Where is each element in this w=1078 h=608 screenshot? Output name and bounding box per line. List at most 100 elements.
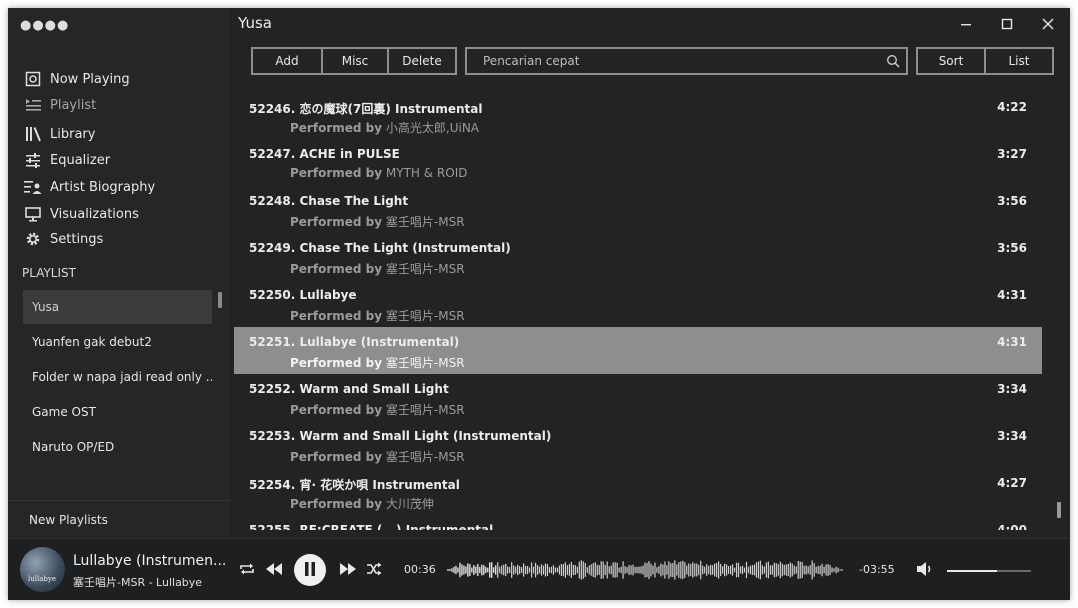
track-artist: Performed by 塞壬唱片-MSR	[290, 354, 465, 371]
cover-text: lullabye	[28, 575, 56, 583]
track-duration: 4:00	[997, 523, 1027, 530]
track-duration: 4:27	[997, 476, 1027, 490]
pause-icon	[304, 561, 316, 580]
nav-equalizer[interactable]: Equalizer	[24, 149, 110, 171]
previous-icon[interactable]	[263, 559, 285, 579]
playlist-heading: PLAYLIST	[22, 266, 76, 280]
repeat-icon[interactable]	[237, 559, 257, 579]
pause-button[interactable]	[294, 554, 326, 586]
new-playlists-button[interactable]: New Playlists	[8, 500, 230, 538]
volume-slider[interactable]	[947, 570, 1031, 572]
playlist-item[interactable]: Folder w napa jadi read only ...	[23, 360, 212, 394]
nav-playlist[interactable]: Playlist	[24, 94, 96, 116]
next-icon[interactable]	[337, 559, 359, 579]
nav-visualizations-label: Visualizations	[50, 206, 139, 222]
track-duration: 3:56	[997, 241, 1027, 255]
app-window: ●●●● Now Playing Playlist Library Equali…	[8, 8, 1070, 600]
artist-name: 塞壬唱片-MSR	[385, 309, 465, 323]
track-duration: 3:34	[997, 429, 1027, 443]
nav-settings-label: Settings	[50, 231, 104, 247]
track-artist: Performed by 大川茂伸	[290, 495, 434, 512]
search-icon[interactable]	[886, 54, 900, 71]
search-input[interactable]: Pencarian cepat	[465, 47, 908, 75]
track-title: 52247. ACHE in PULSE	[249, 147, 400, 161]
nav-now-playing[interactable]: Now Playing	[24, 68, 130, 90]
track-title: 52253. Warm and Small Light (Instrumenta…	[249, 429, 552, 443]
track-title: 52246. 恋の魔球(7回裏) Instrumental	[249, 102, 483, 116]
track-duration: 3:56	[997, 194, 1027, 208]
maximize-icon[interactable]	[995, 14, 1019, 34]
volume-icon[interactable]	[913, 559, 937, 579]
track-row[interactable]: 52247. ACHE in PULSE Performed by MYTH & …	[234, 139, 1042, 186]
track-artist: Performed by 塞壬唱片-MSR	[290, 401, 465, 418]
add-button[interactable]: Add	[251, 47, 323, 75]
track-duration: 4:31	[997, 288, 1027, 302]
artist-name: MYTH & ROID	[385, 166, 468, 180]
playlist-icon	[24, 97, 42, 113]
performed-by-label: Performed by	[290, 262, 383, 276]
minimize-icon[interactable]	[954, 14, 978, 34]
track-artist: Performed by 塞壬唱片-MSR	[290, 307, 465, 324]
track-row[interactable]: 52246. 恋の魔球(7回裏) Instrumental Performed b…	[234, 92, 1042, 139]
misc-button[interactable]: Misc	[321, 47, 389, 75]
track-row[interactable]: 52250. Lullabye Performed by 塞壬唱片-MSR 4:31	[234, 280, 1042, 327]
artist-name: 大川茂伸	[385, 497, 434, 511]
artist-name: 塞壬唱片-MSR	[385, 403, 465, 417]
playlist-item[interactable]: Yusa	[23, 290, 212, 324]
album-cover[interactable]: lullabye	[20, 547, 65, 592]
artist-name: 塞壬唱片-MSR	[385, 356, 465, 370]
playlist-scrollbar[interactable]	[218, 292, 222, 308]
settings-icon	[24, 231, 42, 247]
track-duration: 4:22	[997, 100, 1027, 114]
track-title: 52248. Chase The Light	[249, 194, 409, 208]
track-row[interactable]: 52254. 宵· 花咲か唄 Instrumental Performed by …	[234, 468, 1042, 515]
elapsed-time: 00:36	[404, 563, 436, 576]
delete-button[interactable]: Delete	[387, 47, 457, 75]
artist-biography-icon	[24, 179, 42, 195]
track-artist: Performed by 塞壬唱片-MSR	[290, 448, 465, 465]
playlist-item[interactable]: Naruto OP/ED	[23, 430, 212, 464]
tracklist-scrollbar[interactable]	[1057, 502, 1061, 518]
artist-name: 小高光太郎,UiNA	[385, 121, 480, 135]
track-row[interactable]: 52249. Chase The Light (Instrumental) Per…	[234, 233, 1042, 280]
track-duration: 3:34	[997, 382, 1027, 396]
equalizer-icon	[24, 152, 42, 168]
performed-by-label: Performed by	[290, 403, 383, 417]
nav-now-playing-label: Now Playing	[50, 71, 130, 87]
artist-name: 塞壬唱片-MSR	[385, 215, 465, 229]
sort-button[interactable]: Sort	[916, 47, 986, 75]
track-row[interactable]: 52248. Chase The Light Performed by 塞壬唱片-…	[234, 186, 1042, 233]
nav-artist-biography[interactable]: Artist Biography	[24, 176, 155, 198]
sidebar: ●●●● Now Playing Playlist Library Equali…	[8, 8, 230, 538]
track-artist: Performed by 塞壬唱片-MSR	[290, 260, 465, 277]
track-duration: 3:27	[997, 147, 1027, 161]
track-row[interactable]: 52252. Warm and Small Light Performed by …	[234, 374, 1042, 421]
nav-settings[interactable]: Settings	[24, 228, 103, 250]
shuffle-icon[interactable]	[364, 559, 384, 579]
now-playing-title[interactable]: Lullabye (Instrumen...	[73, 553, 231, 569]
track-row[interactable]: 52253. Warm and Small Light (Instrumenta…	[234, 421, 1042, 468]
close-icon[interactable]	[1036, 14, 1060, 34]
track-title: 52252. Warm and Small Light	[249, 382, 449, 396]
track-row[interactable]: 52251. Lullabye (Instrumental) Performed …	[234, 327, 1042, 374]
playlist-item[interactable]: Game OST	[23, 395, 212, 429]
track-artist: Performed by MYTH & ROID	[290, 166, 467, 180]
visualizations-icon	[24, 206, 42, 222]
nav-equalizer-label: Equalizer	[50, 152, 111, 168]
track-row[interactable]: 52255. RE:CREATE (...) InstrumentalPerfo…	[234, 515, 1042, 530]
artist-name: 塞壬唱片-MSR	[385, 450, 465, 464]
now-playing-icon	[24, 71, 42, 87]
track-title: 52254. 宵· 花咲か唄 Instrumental	[249, 478, 460, 492]
player-bar: lullabye Lullabye (Instrumen... 塞壬唱片-MSR…	[8, 538, 1070, 600]
nav-library-label: Library	[50, 126, 96, 142]
track-duration: 4:31	[997, 335, 1027, 349]
playlist-item[interactable]: Yuanfen gak debut2	[23, 325, 212, 359]
nav-library[interactable]: Library	[24, 123, 95, 145]
performed-by-label: Performed by	[290, 356, 383, 370]
nav-visualizations[interactable]: Visualizations	[24, 203, 139, 225]
list-button[interactable]: List	[984, 47, 1054, 75]
nav-artist-biography-label: Artist Biography	[50, 179, 156, 195]
performed-by-label: Performed by	[290, 121, 383, 135]
menu-dots-icon[interactable]: ●●●●	[20, 18, 69, 33]
waveform-seekbar[interactable]	[444, 555, 846, 585]
